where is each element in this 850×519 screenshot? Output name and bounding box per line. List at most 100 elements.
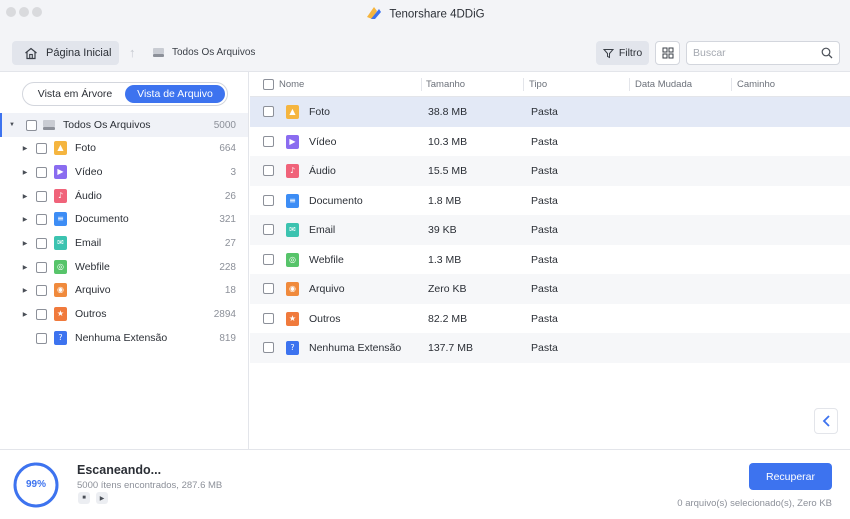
column-header-size[interactable]: Tamanho <box>426 79 465 90</box>
document-icon: ≡ <box>286 194 299 208</box>
sidebar-item-webfile[interactable]: ▶ ◎ Webfile 228 <box>0 255 248 279</box>
sidebar-item-count: 18 <box>224 284 236 296</box>
expand-caret-icon[interactable]: ▶ <box>21 311 29 318</box>
sidebar-item-checkbox[interactable] <box>36 284 47 296</box>
sidebar-item-checkbox[interactable] <box>36 308 47 320</box>
column-divider[interactable] <box>731 78 732 91</box>
table-row[interactable]: ▲ Foto 38.8 MB Pasta <box>250 97 850 127</box>
email-icon: ✉ <box>286 223 299 237</box>
sidebar-item-audio[interactable]: ▶ ♪ Áudio 26 <box>0 184 248 208</box>
sidebar-item-checkbox[interactable] <box>36 142 47 154</box>
web-icon: ◎ <box>286 253 299 267</box>
sidebar: Vista em Árvore Vista de Arquivo ▼ Todos… <box>0 72 249 449</box>
image-icon: ▲ <box>286 105 299 119</box>
sidebar-item-checkbox[interactable] <box>36 261 47 273</box>
email-icon: ✉ <box>54 236 67 250</box>
tree-root-checkbox[interactable] <box>26 119 37 131</box>
table-row[interactable]: ✉ Email 39 KB Pasta <box>250 215 850 245</box>
column-header-date-modified[interactable]: Data Mudada <box>635 79 692 90</box>
table-row[interactable]: ♪ Áudio 15.5 MB Pasta <box>250 156 850 186</box>
sidebar-item-checkbox[interactable] <box>36 237 47 249</box>
sidebar-item-label: Áudio <box>75 190 102 202</box>
expand-caret-icon[interactable]: ▶ <box>21 264 29 271</box>
expand-caret-icon[interactable]: ▶ <box>21 145 29 152</box>
table-row[interactable]: ▶ Vídeo 10.3 MB Pasta <box>250 127 850 157</box>
table-row[interactable]: ★ Outros 82.2 MB Pasta <box>250 304 850 334</box>
cell-type: Pasta <box>531 254 558 266</box>
sidebar-item-arquivo[interactable]: ▶ ◉ Arquivo 18 <box>0 278 248 302</box>
column-header-name[interactable]: Nome <box>279 79 304 90</box>
cell-size: Zero KB <box>428 283 467 295</box>
video-icon: ▶ <box>54 165 67 179</box>
navigate-up-icon[interactable]: ↑ <box>129 45 136 60</box>
sidebar-item-label: Email <box>75 237 102 249</box>
play-button[interactable]: ▶ <box>96 492 108 504</box>
chevron-left-icon <box>822 415 830 427</box>
tree-root-label: Todos Os Arquivos <box>63 119 151 131</box>
sidebar-item-checkbox[interactable] <box>36 190 47 202</box>
scan-status-detail: 5000 ítens encontrados, 287.6 MB <box>77 480 223 491</box>
home-button[interactable]: Página Inicial <box>12 41 119 65</box>
search-input[interactable] <box>687 42 813 64</box>
sidebar-item-label: Vídeo <box>75 166 103 178</box>
row-checkbox[interactable] <box>263 283 274 294</box>
sidebar-item-outros[interactable]: ▶ ★ Outros 2894 <box>0 302 248 326</box>
expand-caret-icon[interactable]: ▶ <box>21 169 29 176</box>
row-checkbox[interactable] <box>263 106 274 117</box>
video-icon: ▶ <box>286 135 299 149</box>
sidebar-item-checkbox[interactable] <box>36 213 47 225</box>
breadcrumb[interactable]: Todos Os Arquivos <box>152 47 255 58</box>
sidebar-item-checkbox[interactable] <box>36 166 47 178</box>
grid-view-button[interactable] <box>655 41 680 65</box>
question-icon: ? <box>286 341 299 355</box>
tab-file-view[interactable]: Vista de Arquivo <box>125 85 225 103</box>
select-all-checkbox[interactable] <box>263 79 274 90</box>
sidebar-item-email[interactable]: ▶ ✉ Email 27 <box>0 231 248 255</box>
collapse-panel-button[interactable] <box>814 408 838 434</box>
cell-size: 1.8 MB <box>428 195 462 207</box>
table-row[interactable]: ? Nenhuma Extensão 137.7 MB Pasta <box>250 333 850 363</box>
expand-caret-icon[interactable]: ▶ <box>21 287 29 294</box>
sidebar-item-nenhuma-extensao[interactable]: ? Nenhuma Extensão 819 <box>0 326 248 350</box>
column-divider[interactable] <box>421 78 422 91</box>
cell-size: 38.8 MB <box>428 106 468 118</box>
row-checkbox[interactable] <box>263 254 274 265</box>
stop-button[interactable]: ■ <box>78 492 90 504</box>
column-divider[interactable] <box>523 78 524 91</box>
cell-size: 15.5 MB <box>428 165 468 177</box>
expand-caret-icon[interactable]: ▼ <box>8 122 16 128</box>
table-row[interactable]: ≡ Documento 1.8 MB Pasta <box>250 186 850 216</box>
tree-root-count: 5000 <box>213 119 236 131</box>
tab-tree-view[interactable]: Vista em Árvore <box>25 85 125 103</box>
row-checkbox[interactable] <box>263 165 274 176</box>
sidebar-item-documento[interactable]: ▶ ≡ Documento 321 <box>0 207 248 231</box>
row-checkbox[interactable] <box>263 195 274 206</box>
expand-caret-icon[interactable]: ▶ <box>21 193 29 200</box>
sidebar-item-video[interactable]: ▶ ▶ Vídeo 3 <box>0 160 248 184</box>
search-icon[interactable] <box>821 47 833 59</box>
expand-caret-icon[interactable]: ▶ <box>21 216 29 223</box>
sidebar-item-foto[interactable]: ▶ ▲ Foto 664 <box>0 136 248 160</box>
filter-label: Filtro <box>618 47 643 59</box>
column-divider[interactable] <box>629 78 630 91</box>
sidebar-item-count: 27 <box>224 237 236 249</box>
row-checkbox[interactable] <box>263 224 274 235</box>
sidebar-item-count: 26 <box>224 190 236 202</box>
table-row[interactable]: ◉ Arquivo Zero KB Pasta <box>250 274 850 304</box>
web-icon: ◎ <box>54 260 67 274</box>
cell-type: Pasta <box>531 342 558 354</box>
row-checkbox[interactable] <box>263 136 274 147</box>
column-header-type[interactable]: Tipo <box>529 79 547 90</box>
tree-root-item[interactable]: ▼ Todos Os Arquivos 5000 <box>0 113 248 137</box>
row-checkbox[interactable] <box>263 342 274 353</box>
expand-caret-icon[interactable]: ▶ <box>21 240 29 247</box>
recover-button[interactable]: Recuperar <box>749 463 832 490</box>
view-toggle: Vista em Árvore Vista de Arquivo <box>22 82 228 106</box>
row-checkbox[interactable] <box>263 313 274 324</box>
table-row[interactable]: ◎ Webfile 1.3 MB Pasta <box>250 245 850 275</box>
scan-status-title: Escaneando... <box>77 463 162 477</box>
star-icon: ★ <box>54 307 67 321</box>
sidebar-item-checkbox[interactable] <box>36 332 47 344</box>
column-header-path[interactable]: Caminho <box>737 79 775 90</box>
filter-button[interactable]: Filtro <box>596 41 649 65</box>
